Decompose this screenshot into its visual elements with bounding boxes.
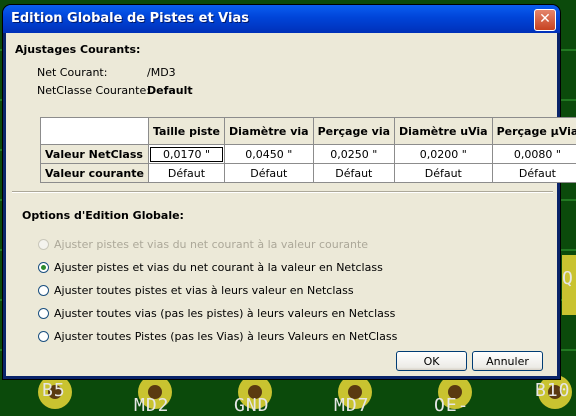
radio-button[interactable] — [38, 239, 49, 250]
option-all-tracks-vias-netclass[interactable]: Ajuster toutes pistes et vias à leurs va… — [38, 282, 354, 298]
pad-label: MD7 — [334, 395, 370, 416]
grid-cell[interactable]: 0,0250 " — [313, 145, 394, 164]
grid-cell[interactable]: 0,0080 " — [492, 145, 576, 164]
close-icon: ✕ — [539, 11, 551, 27]
net-label: Net Courant: — [37, 66, 107, 79]
radio-button[interactable] — [38, 285, 49, 296]
pad-label: B10 — [535, 380, 571, 401]
values-grid: Taille piste Diamètre via Perçage via Di… — [40, 117, 576, 183]
option-current-net-current-value[interactable]: Ajuster pistes et vias du net courant à … — [38, 236, 368, 252]
grid-cell[interactable]: Défaut — [225, 164, 314, 183]
option-label: Ajuster toutes pistes et vias à leurs va… — [54, 284, 354, 297]
pad-label: OE- — [434, 395, 470, 416]
dialog-body: Ajustages Courants: Net Courant: /MD3 Ne… — [6, 33, 557, 376]
pad-label: B5 — [42, 380, 66, 401]
close-button[interactable]: ✕ — [534, 9, 556, 31]
grid-cell[interactable]: 0,0170 " — [148, 145, 224, 164]
grid-cell[interactable]: Défaut — [492, 164, 576, 183]
cancel-button[interactable]: Annuler — [472, 351, 543, 371]
table-row: Valeur courante Défaut Défaut Défaut Déf… — [41, 164, 576, 183]
grid-cell[interactable]: 0,0450 " — [225, 145, 314, 164]
grid-corner — [41, 118, 149, 145]
column-header: Perçage µVia — [492, 118, 576, 145]
netclass-label: NetClasse Courante: — [37, 84, 150, 97]
section-divider — [12, 191, 553, 193]
column-header: Perçage via — [313, 118, 394, 145]
netclass-value: Default — [147, 84, 193, 97]
option-current-net-netclass[interactable]: Ajuster pistes et vias du net courant à … — [38, 259, 383, 275]
option-label: Ajuster toutes vias (pas les pistes) à l… — [54, 307, 395, 320]
pad-label: GND — [234, 395, 270, 416]
options-heading: Options d'Edition Globale: — [22, 209, 184, 222]
pad-label: MD2 — [134, 395, 170, 416]
global-edit-dialog: Edition Globale de Pistes et Vias ✕ Ajus… — [3, 5, 560, 379]
current-settings-heading: Ajustages Courants: — [15, 43, 140, 56]
grid-cell[interactable]: 0,0200 " — [395, 145, 493, 164]
column-header: Diamètre uVia — [395, 118, 493, 145]
column-header: Taille piste — [148, 118, 224, 145]
option-label: Ajuster pistes et vias du net courant à … — [54, 238, 368, 251]
grid-cell[interactable]: Défaut — [395, 164, 493, 183]
net-value: /MD3 — [147, 66, 176, 79]
row-header: Valeur courante — [41, 164, 149, 183]
ok-button[interactable]: OK — [396, 351, 467, 371]
table-row: Valeur NetClass 0,0170 " 0,0450 " 0,0250… — [41, 145, 576, 164]
radio-button[interactable] — [38, 262, 49, 273]
grid-cell[interactable]: Défaut — [148, 164, 224, 183]
window-title: Edition Globale de Pistes et Vias — [11, 11, 249, 26]
row-header: Valeur NetClass — [41, 145, 149, 164]
title-bar[interactable]: Edition Globale de Pistes et Vias ✕ — [3, 5, 560, 33]
option-all-tracks-netclass[interactable]: Ajuster toutes Pistes (pas les Vias) à l… — [38, 328, 397, 344]
pad-label: Q — [562, 268, 574, 289]
column-header: Diamètre via — [225, 118, 314, 145]
option-label: Ajuster toutes Pistes (pas les Vias) à l… — [54, 330, 397, 343]
grid-cell[interactable]: Défaut — [313, 164, 394, 183]
radio-button[interactable] — [38, 308, 49, 319]
option-all-vias-netclass[interactable]: Ajuster toutes vias (pas les pistes) à l… — [38, 305, 395, 321]
option-label: Ajuster pistes et vias du net courant à … — [54, 261, 383, 274]
radio-button[interactable] — [38, 331, 49, 342]
